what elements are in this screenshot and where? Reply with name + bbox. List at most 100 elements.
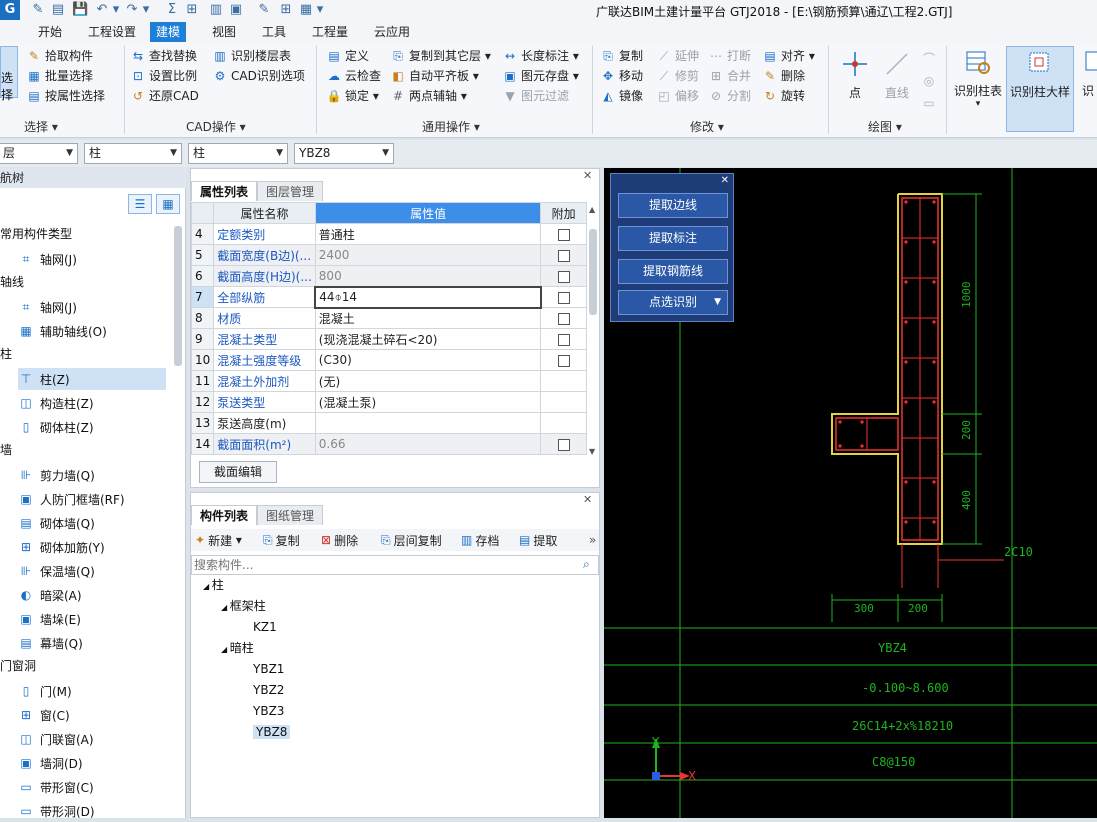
cloud-check-button[interactable]: ☁ 云检查 — [326, 66, 381, 86]
quick-access-icon[interactable]: ▣ — [228, 2, 244, 18]
menu-item[interactable]: 工具 — [256, 22, 292, 42]
nav-item[interactable]: ▭ 带形洞(D) — [18, 800, 166, 822]
nav-item[interactable]: ⊪ 保温墙(Q) — [18, 560, 166, 582]
element-filter-button[interactable]: ▼ 图元过滤 — [502, 86, 579, 106]
property-value[interactable]: (现浇混凝土碎石<20) — [314, 328, 542, 350]
draw-group-label[interactable]: 绘图 ▾ — [868, 118, 902, 135]
copy-button[interactable]: ⎘ 复制 — [600, 46, 643, 66]
property-value[interactable]: 2400 — [314, 244, 542, 266]
copy-component-button[interactable]: ⎘ 复制 — [263, 529, 300, 551]
expand-icon[interactable]: ◢ — [221, 603, 230, 612]
copy-to-floor-button[interactable]: ⎘ 复制到其它层 ▾ — [390, 46, 491, 66]
quick-access-icon[interactable]: 💾 — [72, 2, 88, 18]
nav-item[interactable]: ⊪ 剪力墙(Q) — [18, 464, 166, 486]
tree-group[interactable]: ◢ 暗柱 — [221, 638, 254, 658]
app-logo[interactable]: G — [0, 0, 20, 20]
nav-item[interactable]: ▯ 砌体柱(Z) — [18, 416, 166, 438]
nav-item[interactable]: ◫ 门联窗(A) — [18, 728, 166, 750]
archive-button[interactable]: ▥ 存档 — [461, 529, 499, 551]
tree-group[interactable]: ◢ 框架柱 — [221, 596, 266, 616]
circle-icon[interactable]: ◎ — [920, 70, 938, 92]
tree-leaf[interactable]: KZ1 — [253, 617, 277, 637]
select-button[interactable]: 选择 — [0, 46, 18, 102]
nav-scrollbar[interactable] — [174, 226, 182, 366]
property-row[interactable]: 11 混凝土外加剂 (无) — [190, 370, 587, 392]
nav-item[interactable]: ▦ 辅助轴线(O) — [18, 320, 166, 342]
tree-leaf[interactable]: YBZ3 — [253, 701, 284, 721]
props-scrollbar[interactable] — [589, 229, 597, 315]
tree-leaf[interactable]: YBZ2 — [253, 680, 284, 700]
delete-button[interactable]: ✎ 删除 — [762, 66, 815, 86]
property-value[interactable]: 混凝土 — [314, 307, 542, 329]
property-value[interactable]: (C30) — [314, 349, 542, 371]
property-row[interactable]: 7 全部纵筋 44⌽14 — [190, 285, 587, 309]
close-icon[interactable]: ✕ — [721, 175, 729, 186]
nav-item[interactable]: ◐ 暗梁(A) — [18, 584, 166, 606]
merge-button[interactable]: ⊞ 合并 — [708, 66, 751, 86]
expand-icon[interactable]: ◢ — [221, 645, 230, 654]
extra-checkbox[interactable] — [557, 333, 570, 346]
property-value[interactable]: 44⌽14 — [314, 285, 542, 309]
recognize-column-table-button[interactable]: 识别柱表 ▾ — [952, 46, 1004, 109]
quick-access-icon[interactable]: ▾ — [312, 2, 328, 18]
break-button[interactable]: ⋯ 打断 — [708, 46, 751, 66]
property-row[interactable]: 13 泵送高度(m) — [190, 412, 587, 434]
menu-item[interactable]: 工程设置 — [82, 22, 142, 42]
quick-access-icon[interactable]: ▥ — [208, 2, 224, 18]
nav-item[interactable]: ▤ 幕墙(Q) — [18, 632, 166, 654]
nav-category[interactable]: 轴线 — [0, 272, 24, 292]
menu-item[interactable]: 开始 — [32, 22, 68, 42]
type-select[interactable]: 柱 ▼ — [84, 143, 182, 164]
tree-root[interactable]: ◢ 柱 — [203, 575, 224, 595]
nav-item[interactable]: ⊞ 窗(C) — [18, 704, 166, 726]
section-edit-button[interactable]: 截面编辑 — [199, 461, 277, 483]
nav-item[interactable]: ⌗ 轴网(J) — [18, 296, 166, 318]
menu-item[interactable]: 工程量 — [306, 22, 354, 42]
tree-leaf[interactable]: YBZ8 — [253, 722, 291, 742]
move-button[interactable]: ✥ 移动 — [600, 66, 643, 86]
extra-checkbox[interactable] — [557, 438, 570, 451]
rotate-button[interactable]: ↻ 旋转 — [762, 86, 815, 106]
select-group-label[interactable]: 选择 ▾ — [24, 118, 58, 135]
quick-access-icon[interactable]: ▤ — [50, 2, 66, 18]
point-recognize-button[interactable]: 点选识别 ▼ — [618, 290, 728, 315]
nav-category[interactable]: 柱 — [0, 344, 12, 364]
scroll-down-icon[interactable]: ▼ — [589, 447, 595, 456]
nav-category[interactable]: 门窗洞 — [0, 656, 36, 676]
quick-access-icon[interactable]: ⊞ — [184, 2, 200, 18]
extra-checkbox[interactable] — [557, 312, 570, 325]
nav-category[interactable]: 墙 — [0, 440, 12, 460]
quick-access-icon[interactable]: ✎ — [256, 2, 272, 18]
close-icon[interactable]: ✕ — [583, 169, 592, 182]
more-icon[interactable]: » — [589, 529, 596, 551]
grid-view-icon[interactable]: ▦ — [156, 194, 180, 214]
extra-checkbox[interactable] — [557, 354, 570, 367]
recognize-floor-table-button[interactable]: ▥ 识别楼层表 — [212, 46, 305, 66]
property-value[interactable]: 800 — [314, 265, 542, 287]
property-row[interactable]: 8 材质 混凝土 — [190, 307, 587, 329]
cad-group-label[interactable]: CAD操作 ▾ — [186, 118, 246, 135]
extract-edge-button[interactable]: 提取边线 — [618, 193, 728, 218]
offset-button[interactable]: ◰ 偏移 — [656, 86, 699, 106]
length-dimension-button[interactable]: ↔ 长度标注 ▾ — [502, 46, 579, 66]
tab-layers[interactable]: 图层管理 — [257, 181, 324, 201]
component-search-input[interactable] — [191, 555, 599, 575]
element-save-button[interactable]: ▣ 图元存盘 ▾ — [502, 66, 579, 86]
define-button[interactable]: ▤ 定义 — [326, 46, 381, 66]
close-icon[interactable]: ✕ — [583, 493, 592, 506]
point-button[interactable]: 点 — [838, 48, 872, 101]
quick-access-icon[interactable]: ⊞ — [278, 2, 294, 18]
property-row[interactable]: 6 截面高度(H边)(... 800 — [190, 265, 587, 287]
property-row[interactable]: 4 定额类别 普通柱 — [190, 223, 587, 245]
extra-checkbox[interactable] — [557, 228, 570, 241]
quick-access-icon[interactable]: ▾ — [108, 2, 124, 18]
property-value[interactable] — [314, 412, 542, 434]
property-value[interactable]: 0.66 — [314, 433, 542, 455]
nav-item[interactable]: ▣ 人防门框墙(RF) — [18, 488, 166, 510]
tab-drawing-management[interactable]: 图纸管理 — [257, 505, 324, 525]
scroll-up-icon[interactable]: ▲ — [589, 205, 595, 214]
menu-item[interactable]: 视图 — [206, 22, 242, 42]
common-group-label[interactable]: 通用操作 ▾ — [422, 118, 480, 135]
tab-component-list[interactable]: 构件列表 — [191, 505, 258, 525]
subtype-select[interactable]: 柱 ▼ — [188, 143, 288, 164]
